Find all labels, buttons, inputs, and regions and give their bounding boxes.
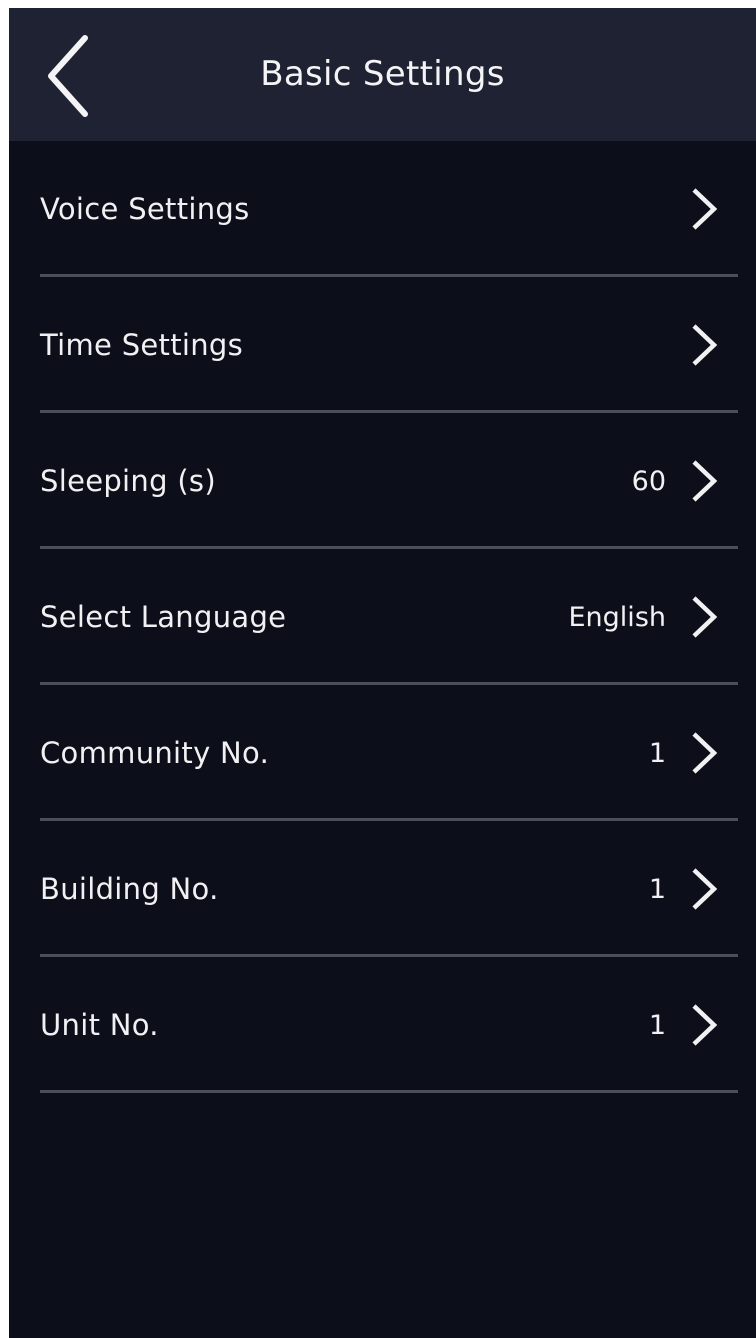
menu-item-time-settings[interactable]: Time Settings [9,277,756,413]
chevron-right-icon [686,685,722,821]
menu-item-select-language[interactable]: Select Language English [9,549,756,685]
menu-item-label: Community No. [40,736,270,770]
settings-screen: Basic Settings Voice Settings Time Setti… [9,8,756,1338]
page-title: Basic Settings [260,54,505,94]
menu-item-value: 1 [648,873,666,905]
header-bar: Basic Settings [9,8,756,141]
menu-item-building-no[interactable]: Building No. 1 [9,821,756,957]
divider [40,1090,738,1093]
chevron-right-icon [686,413,722,549]
menu-item-value: 60 [631,465,666,497]
menu-item-value: 1 [648,1009,666,1041]
menu-item-label: Time Settings [40,328,244,362]
menu-item-sleeping[interactable]: Sleeping (s) 60 [9,413,756,549]
menu-item-label: Select Language [40,600,287,634]
menu-item-voice-settings[interactable]: Voice Settings [9,141,756,277]
chevron-right-icon [686,277,722,413]
menu-item-community-no[interactable]: Community No. 1 [9,685,756,821]
chevron-left-icon [48,35,88,117]
menu-item-value: 1 [648,737,666,769]
settings-menu: Voice Settings Time Settings Sleeping (s… [9,141,756,1093]
chevron-right-icon [686,549,722,685]
menu-item-unit-no[interactable]: Unit No. 1 [9,957,756,1093]
chevron-right-icon [686,821,722,957]
menu-item-value: English [568,601,667,633]
menu-item-label: Unit No. [40,1008,159,1042]
chevron-right-icon [686,141,722,277]
back-button[interactable] [29,26,109,126]
menu-item-label: Sleeping (s) [40,464,216,498]
menu-item-label: Building No. [40,872,219,906]
menu-item-label: Voice Settings [40,192,250,226]
chevron-right-icon [686,957,722,1093]
